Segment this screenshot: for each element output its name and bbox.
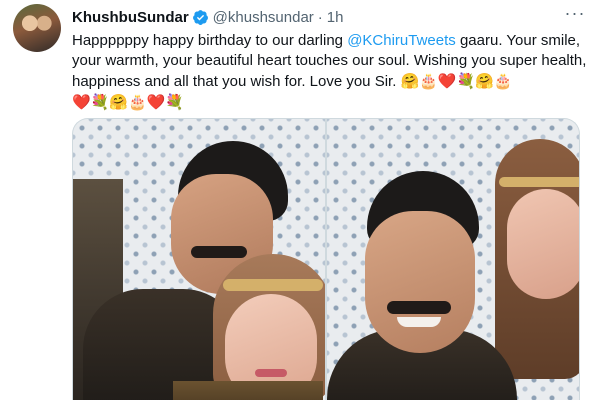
timestamp[interactable]: 1h: [327, 9, 344, 26]
handle[interactable]: @khushsundar: [213, 9, 314, 26]
tweet[interactable]: KhushbuSundar @khushsundar · 1h ··· Happ…: [0, 0, 600, 400]
avatar[interactable]: [13, 4, 61, 52]
photo-2-man-moustache: [387, 301, 451, 314]
photo-1-dress: [173, 381, 323, 400]
photo-1-woman-lips: [255, 369, 287, 377]
display-name[interactable]: KhushbuSundar: [72, 9, 189, 26]
separator-dot: ·: [317, 8, 323, 26]
verified-badge-icon: [192, 9, 208, 25]
tweet-header: KhushbuSundar @khushsundar · 1h: [72, 6, 343, 28]
tweet-text-part-1: Happppppy happy birthday to our darling: [72, 32, 348, 49]
emoji-sequence-2: ❤️💐🤗🎂❤️💐: [72, 93, 185, 111]
media-grid: [72, 118, 580, 400]
photo-2-man-face: [365, 211, 475, 353]
photo-1-tiara: [223, 279, 323, 291]
photo-2-man-smile: [397, 317, 441, 327]
photo-2-woman-face: [507, 189, 579, 299]
tweet-text: Happppppy happy birthday to our darling …: [72, 31, 587, 113]
mention-link[interactable]: @KChiruTweets: [347, 32, 456, 49]
photo-1-man-moustache: [191, 246, 247, 258]
more-options-icon[interactable]: ···: [564, 4, 586, 24]
emoji-sequence-1: 🤗🎂❤️💐🤗🎂: [400, 72, 513, 90]
photo-2-tiara: [499, 177, 579, 187]
photo-1[interactable]: [73, 119, 325, 400]
photo-2[interactable]: [327, 119, 579, 400]
